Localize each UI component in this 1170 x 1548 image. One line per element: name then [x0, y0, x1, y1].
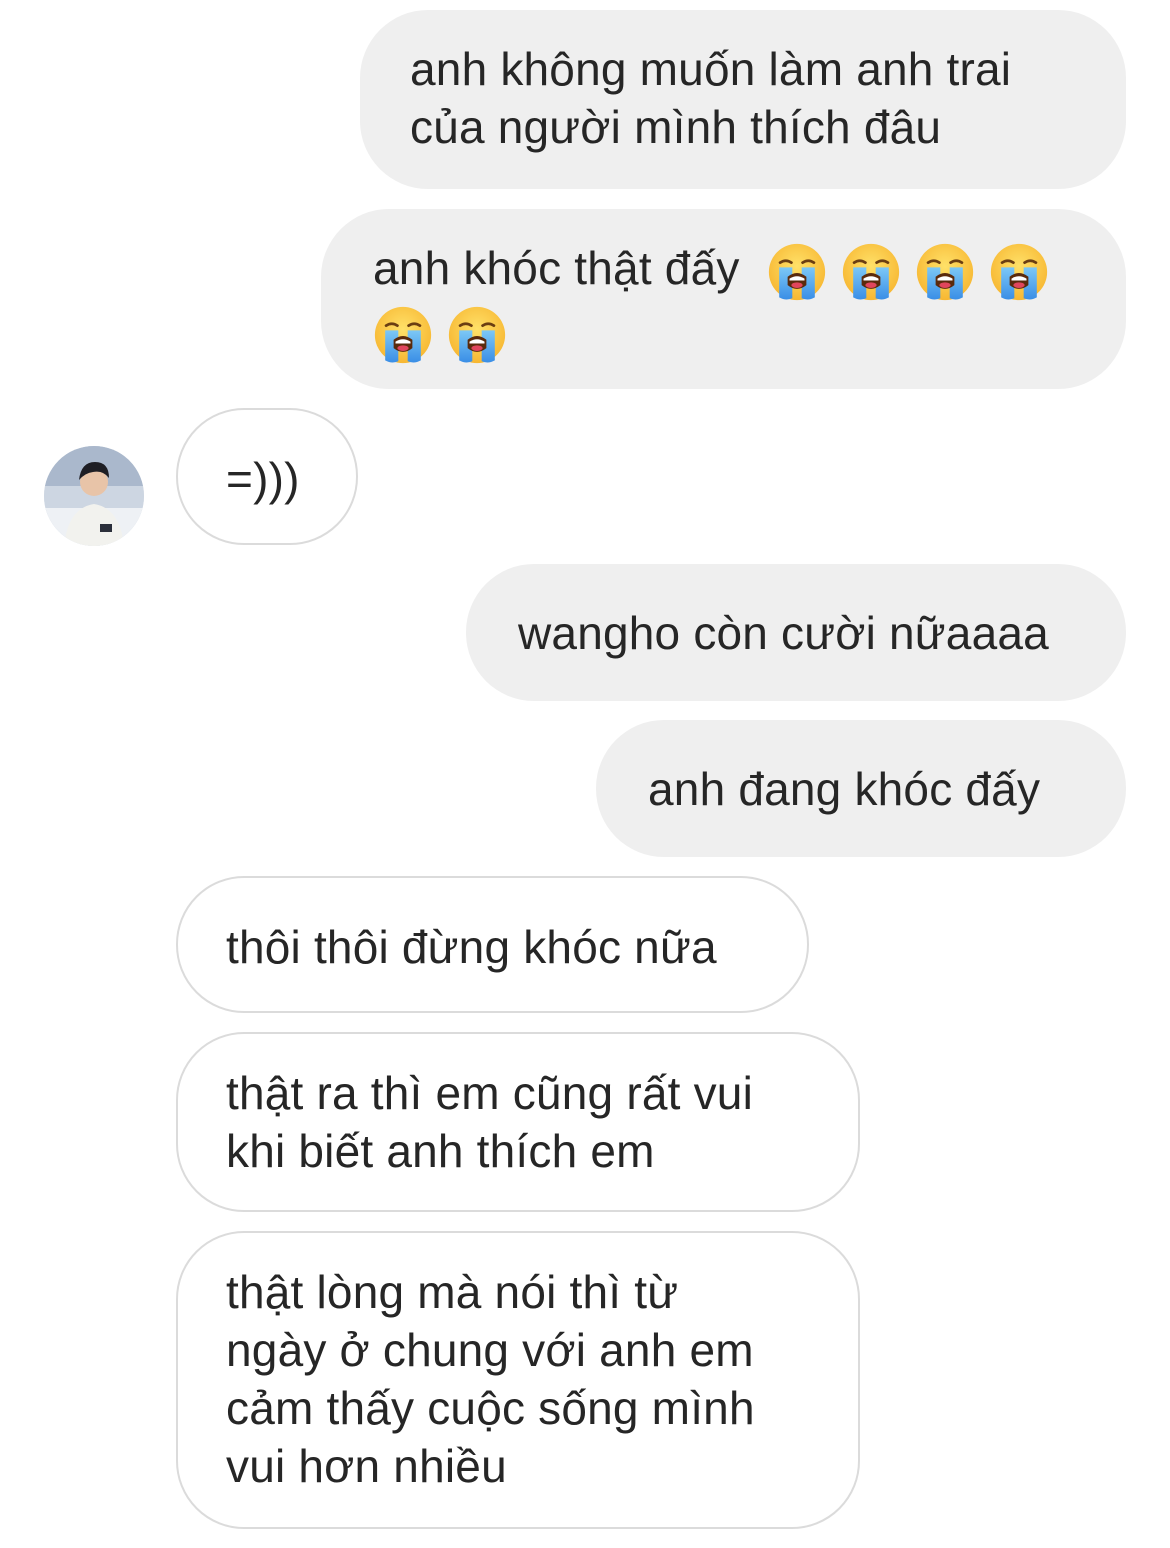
- message-text-line: ngày ở chung với anh em: [226, 1324, 754, 1376]
- message-text-line: vui hơn nhiều: [226, 1440, 507, 1492]
- message-text-line: thật ra thì em cũng rất vui: [226, 1067, 753, 1119]
- received-message-bubble[interactable]: thật ra thì em cũng rất vui khi biết anh…: [176, 1032, 860, 1212]
- message-text-line: anh không muốn làm anh trai: [410, 43, 1012, 95]
- sent-message-bubble[interactable]: anh đang khóc đấy: [596, 720, 1126, 857]
- received-message-bubble[interactable]: =))): [176, 408, 358, 545]
- loudly-crying-face-emoji-icon: [989, 242, 1049, 302]
- message-text: =))): [226, 453, 300, 505]
- loudly-crying-face-emoji-icon: [841, 242, 901, 302]
- message-text: wangho còn cười nữaaaa: [518, 607, 1049, 659]
- loudly-crying-face-emoji-icon: [767, 242, 827, 302]
- message-text-line: [373, 302, 1086, 365]
- message-text-line: khi biết anh thích em: [226, 1125, 655, 1177]
- sent-message-bubble[interactable]: anh khóc thật đấy: [321, 209, 1126, 389]
- message-text-line: thật lòng mà nói thì từ: [226, 1266, 679, 1318]
- message-text-line: của người mình thích đâu: [410, 101, 942, 153]
- profile-photo-icon: [44, 446, 144, 546]
- loudly-crying-face-emoji-icon: [915, 242, 975, 302]
- message-text: anh khóc thật đấy: [373, 242, 740, 294]
- message-text: thôi thôi đừng khóc nữa: [226, 921, 717, 973]
- emoji-group: [373, 305, 507, 365]
- received-message-bubble[interactable]: thôi thôi đừng khóc nữa: [176, 876, 809, 1013]
- avatar[interactable]: [44, 446, 144, 546]
- emoji-group: [767, 242, 1049, 302]
- message-text-line: anh khóc thật đấy: [373, 239, 1086, 302]
- received-message-bubble[interactable]: thật lòng mà nói thì từ ngày ở chung với…: [176, 1231, 860, 1529]
- sent-message-bubble[interactable]: wangho còn cười nữaaaa: [466, 564, 1126, 701]
- message-text-line: cảm thấy cuộc sống mình: [226, 1382, 755, 1434]
- message-text: anh đang khóc đấy: [648, 763, 1041, 815]
- loudly-crying-face-emoji-icon: [373, 305, 433, 365]
- sent-message-bubble[interactable]: anh không muốn làm anh trai của người mì…: [360, 10, 1126, 189]
- loudly-crying-face-emoji-icon: [447, 305, 507, 365]
